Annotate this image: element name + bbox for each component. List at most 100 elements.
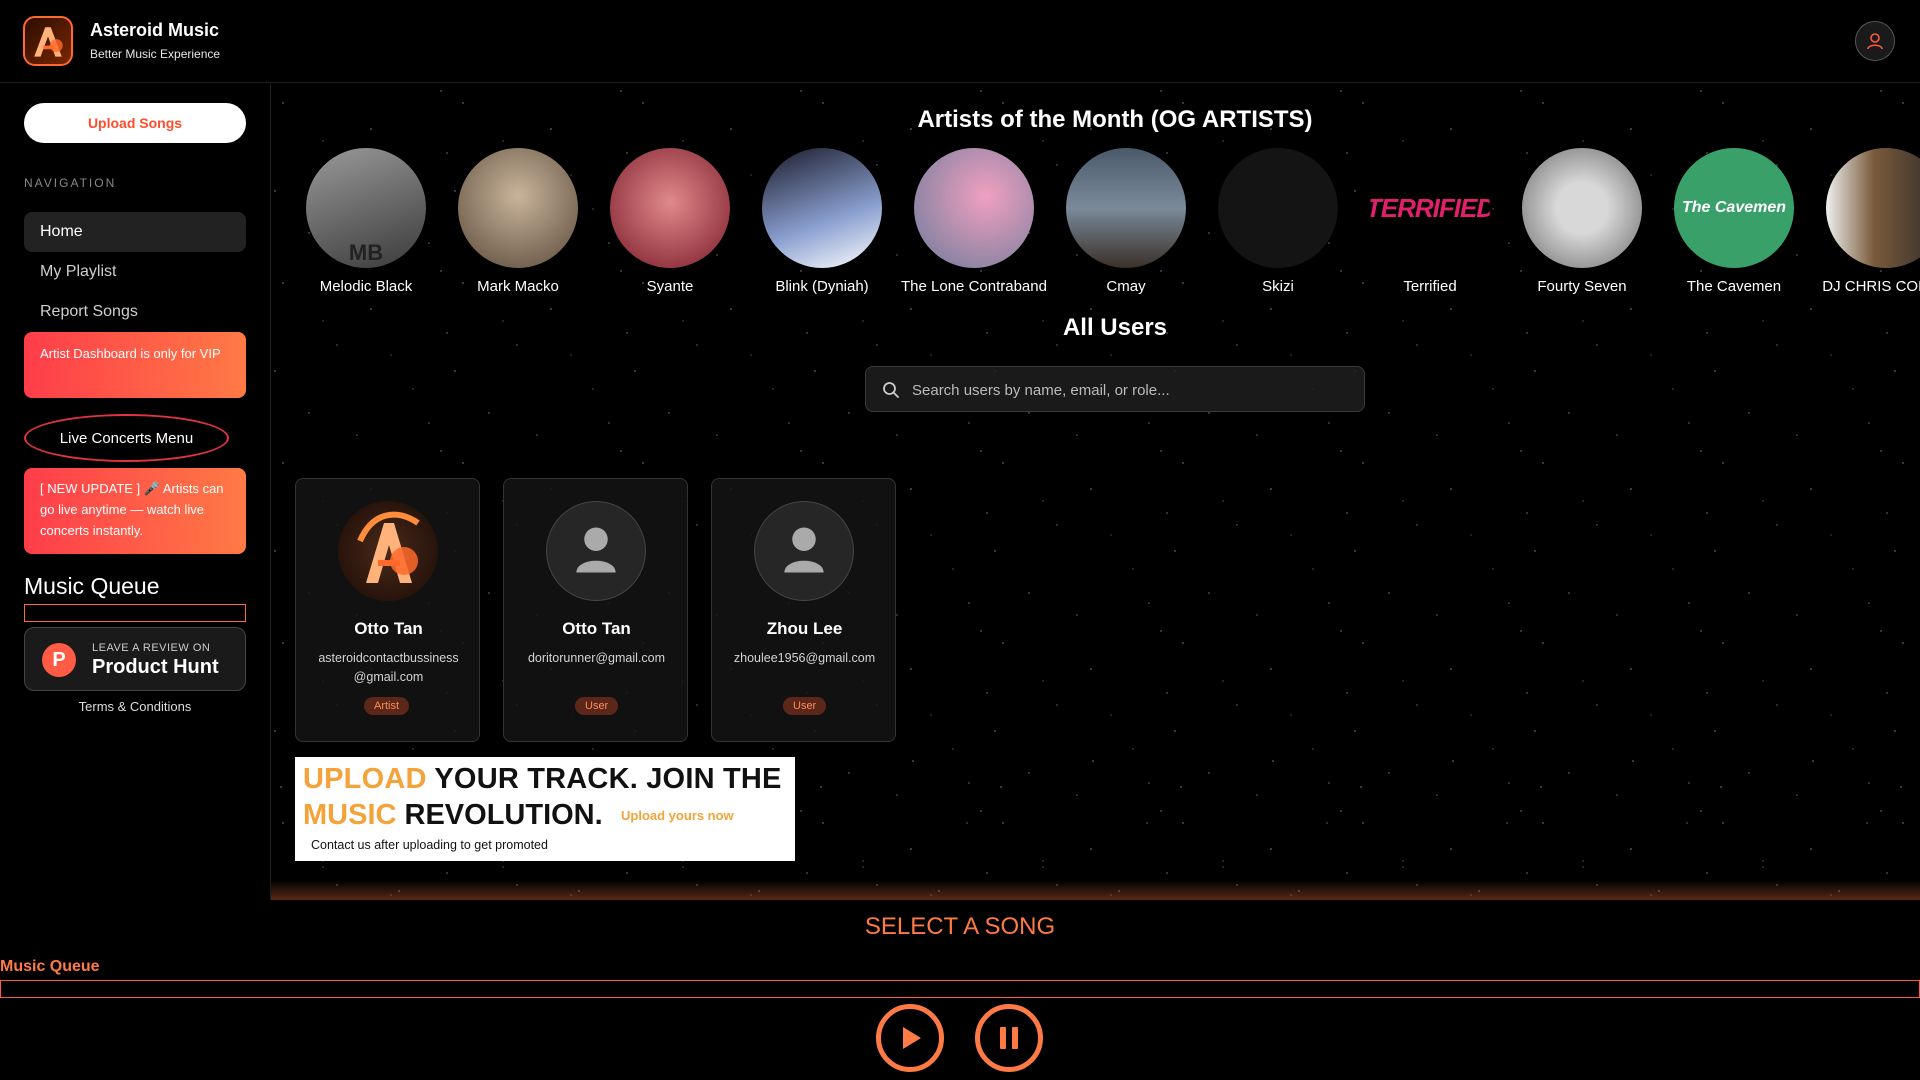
sidebar-item-home[interactable]: Home: [24, 212, 246, 252]
asteroid-logo-icon: [34, 27, 63, 57]
pause-icon: [1000, 1027, 1018, 1049]
artist-card[interactable]: Cmay: [1050, 148, 1202, 295]
default-avatar-icon: [784, 527, 824, 573]
user-card[interactable]: Zhou Lee zhoulee1956@gmail.com User: [711, 478, 896, 742]
app-title: Asteroid Music: [90, 20, 220, 40]
artist-avatar: [1826, 148, 1920, 268]
users-section-title: All Users: [1062, 314, 1168, 341]
user-avatar: [338, 501, 438, 601]
horizon-glow: [0, 880, 1920, 900]
play-icon: [903, 1027, 921, 1049]
artist-avatar: [1066, 148, 1186, 268]
music-player-bar: SELECT A SONG Music Queue: [0, 900, 1920, 1080]
artist-logo-text: TERRIFIED: [1370, 192, 1490, 223]
user-avatar: [754, 501, 854, 601]
sidebar-item-my-playlist[interactable]: My Playlist: [24, 252, 246, 292]
artist-card[interactable]: Skizi: [1202, 148, 1354, 295]
top-header: Asteroid Music Better Music Experience: [0, 0, 1920, 83]
sidebar-item-label: Report Songs: [40, 303, 138, 320]
promo-accent: MUSIC: [303, 799, 397, 831]
role-badge: Artist: [364, 697, 410, 715]
navigation-label: NAVIGATION: [24, 176, 117, 190]
asteroid-logo-icon: [357, 511, 420, 583]
artist-avatar: [914, 148, 1034, 268]
terms-link[interactable]: Terms & Conditions: [0, 699, 270, 714]
user-card[interactable]: Otto Tan asteroidcontactbussiness@gmail.…: [295, 478, 480, 742]
artist-card[interactable]: Blink (Dyniah): [746, 148, 898, 295]
artist-avatar: [610, 148, 730, 268]
music-queue-title: Music Queue: [24, 573, 160, 599]
app-subtitle: Better Music Experience: [90, 47, 221, 61]
promo-note: Contact us after uploading to get promot…: [311, 838, 548, 852]
account-button[interactable]: [1855, 21, 1895, 61]
promo-headline-line2: MUSIC REVOLUTION.: [303, 799, 603, 832]
artists-carousel[interactable]: MB Melodic Black Mark Macko Syante Blink…: [290, 148, 1920, 298]
artist-avatar: TERRIFIED: [1370, 148, 1490, 268]
search-icon: [883, 382, 899, 398]
artist-card[interactable]: Fourty Seven: [1506, 148, 1658, 295]
artist-name: Blink (Dyniah): [775, 278, 869, 295]
user-email: zhoulee1956@gmail.com: [733, 651, 876, 665]
artist-logo-text: MB: [348, 240, 384, 265]
user-card[interactable]: Otto Tan doritorunner@gmail.com User: [503, 478, 688, 742]
artist-avatar: [762, 148, 882, 268]
product-hunt-name: Product Hunt: [92, 656, 219, 678]
artist-avatar: [458, 148, 578, 268]
artist-avatar: [1522, 148, 1642, 268]
user-name: Zhou Lee: [766, 619, 843, 638]
user-icon: [1867, 33, 1883, 50]
artist-name: Cmay: [1106, 278, 1146, 295]
artist-logo-text: The Cavemen: [1681, 199, 1787, 216]
promo-text: YOUR TRACK. JOIN THE: [426, 763, 782, 795]
role-badge: User: [783, 697, 827, 715]
app-logo[interactable]: [23, 16, 73, 66]
upload-songs-button[interactable]: Upload Songs: [24, 103, 246, 143]
artist-avatar: The Cavemen: [1674, 148, 1794, 268]
promo-accent: UPLOAD: [303, 763, 427, 795]
artist-name: The Cavemen: [1686, 278, 1782, 295]
default-avatar-icon: [576, 527, 616, 573]
new-update-notice[interactable]: [ NEW UPDATE ] 🎤 Artists can go live any…: [24, 468, 246, 554]
artist-card[interactable]: Mark Macko: [442, 148, 594, 295]
music-queue-list[interactable]: [24, 604, 246, 622]
sidebar-item-label: My Playlist: [40, 263, 117, 280]
artist-card[interactable]: Syante: [594, 148, 746, 295]
artists-section-title: Artists of the Month (OG ARTISTS): [917, 106, 1313, 133]
player-queue-label: Music Queue: [0, 958, 100, 975]
artist-card[interactable]: TERRIFIED Terrified: [1354, 148, 1506, 295]
pause-button[interactable]: [975, 1004, 1043, 1072]
live-concerts-menu-button[interactable]: Live Concerts Menu: [24, 414, 229, 462]
product-hunt-icon: P: [42, 643, 76, 677]
artist-avatar: MB: [306, 148, 426, 268]
artist-name: Mark Macko: [477, 278, 559, 295]
promo-headline-line1: UPLOAD YOUR TRACK. JOIN THE: [303, 763, 782, 796]
user-email: doritorunner@gmail.com: [527, 651, 666, 665]
user-email: asteroidcontactbussiness@gmail.com: [318, 651, 459, 684]
artist-name: The Lone Contraband: [901, 278, 1047, 295]
sidebar-item-report-songs[interactable]: Report Songs: [24, 292, 246, 332]
player-queue-list[interactable]: [0, 980, 1920, 998]
product-hunt-caption: LEAVE A REVIEW ON: [92, 642, 211, 654]
artist-card[interactable]: The Lone Contraband: [898, 148, 1050, 295]
artist-card[interactable]: MB Melodic Black: [290, 148, 442, 295]
promo-cta[interactable]: Upload yours now: [621, 808, 734, 823]
artist-card[interactable]: The Cavemen The Cavemen: [1658, 148, 1810, 295]
play-button[interactable]: [876, 1004, 944, 1072]
artist-name: Terrified: [1403, 278, 1457, 295]
sidebar: Upload Songs NAVIGATION Home My Playlist…: [0, 83, 271, 900]
user-name: Otto Tan: [562, 619, 631, 638]
user-name: Otto Tan: [354, 619, 423, 638]
artist-name: Syante: [646, 278, 694, 295]
artist-name: Skizi: [1262, 278, 1294, 295]
upload-promo-banner[interactable]: UPLOAD YOUR TRACK. JOIN THE MUSIC REVOLU…: [295, 757, 795, 861]
user-search-bar[interactable]: [865, 366, 1365, 413]
search-input[interactable]: [910, 367, 1354, 413]
artist-dashboard-vip-notice[interactable]: Artist Dashboard is only for VIP: [24, 332, 246, 398]
starfield-background-bottom: [0, 740, 1920, 900]
artist-name: Melodic Black: [319, 278, 413, 295]
sidebar-item-label: Home: [40, 223, 83, 240]
artist-avatar: [1218, 148, 1338, 268]
artist-card[interactable]: DJ CHRIS CONCE: [1810, 148, 1920, 295]
user-avatar: [546, 501, 646, 601]
product-hunt-badge[interactable]: P LEAVE A REVIEW ON Product Hunt: [24, 627, 246, 691]
